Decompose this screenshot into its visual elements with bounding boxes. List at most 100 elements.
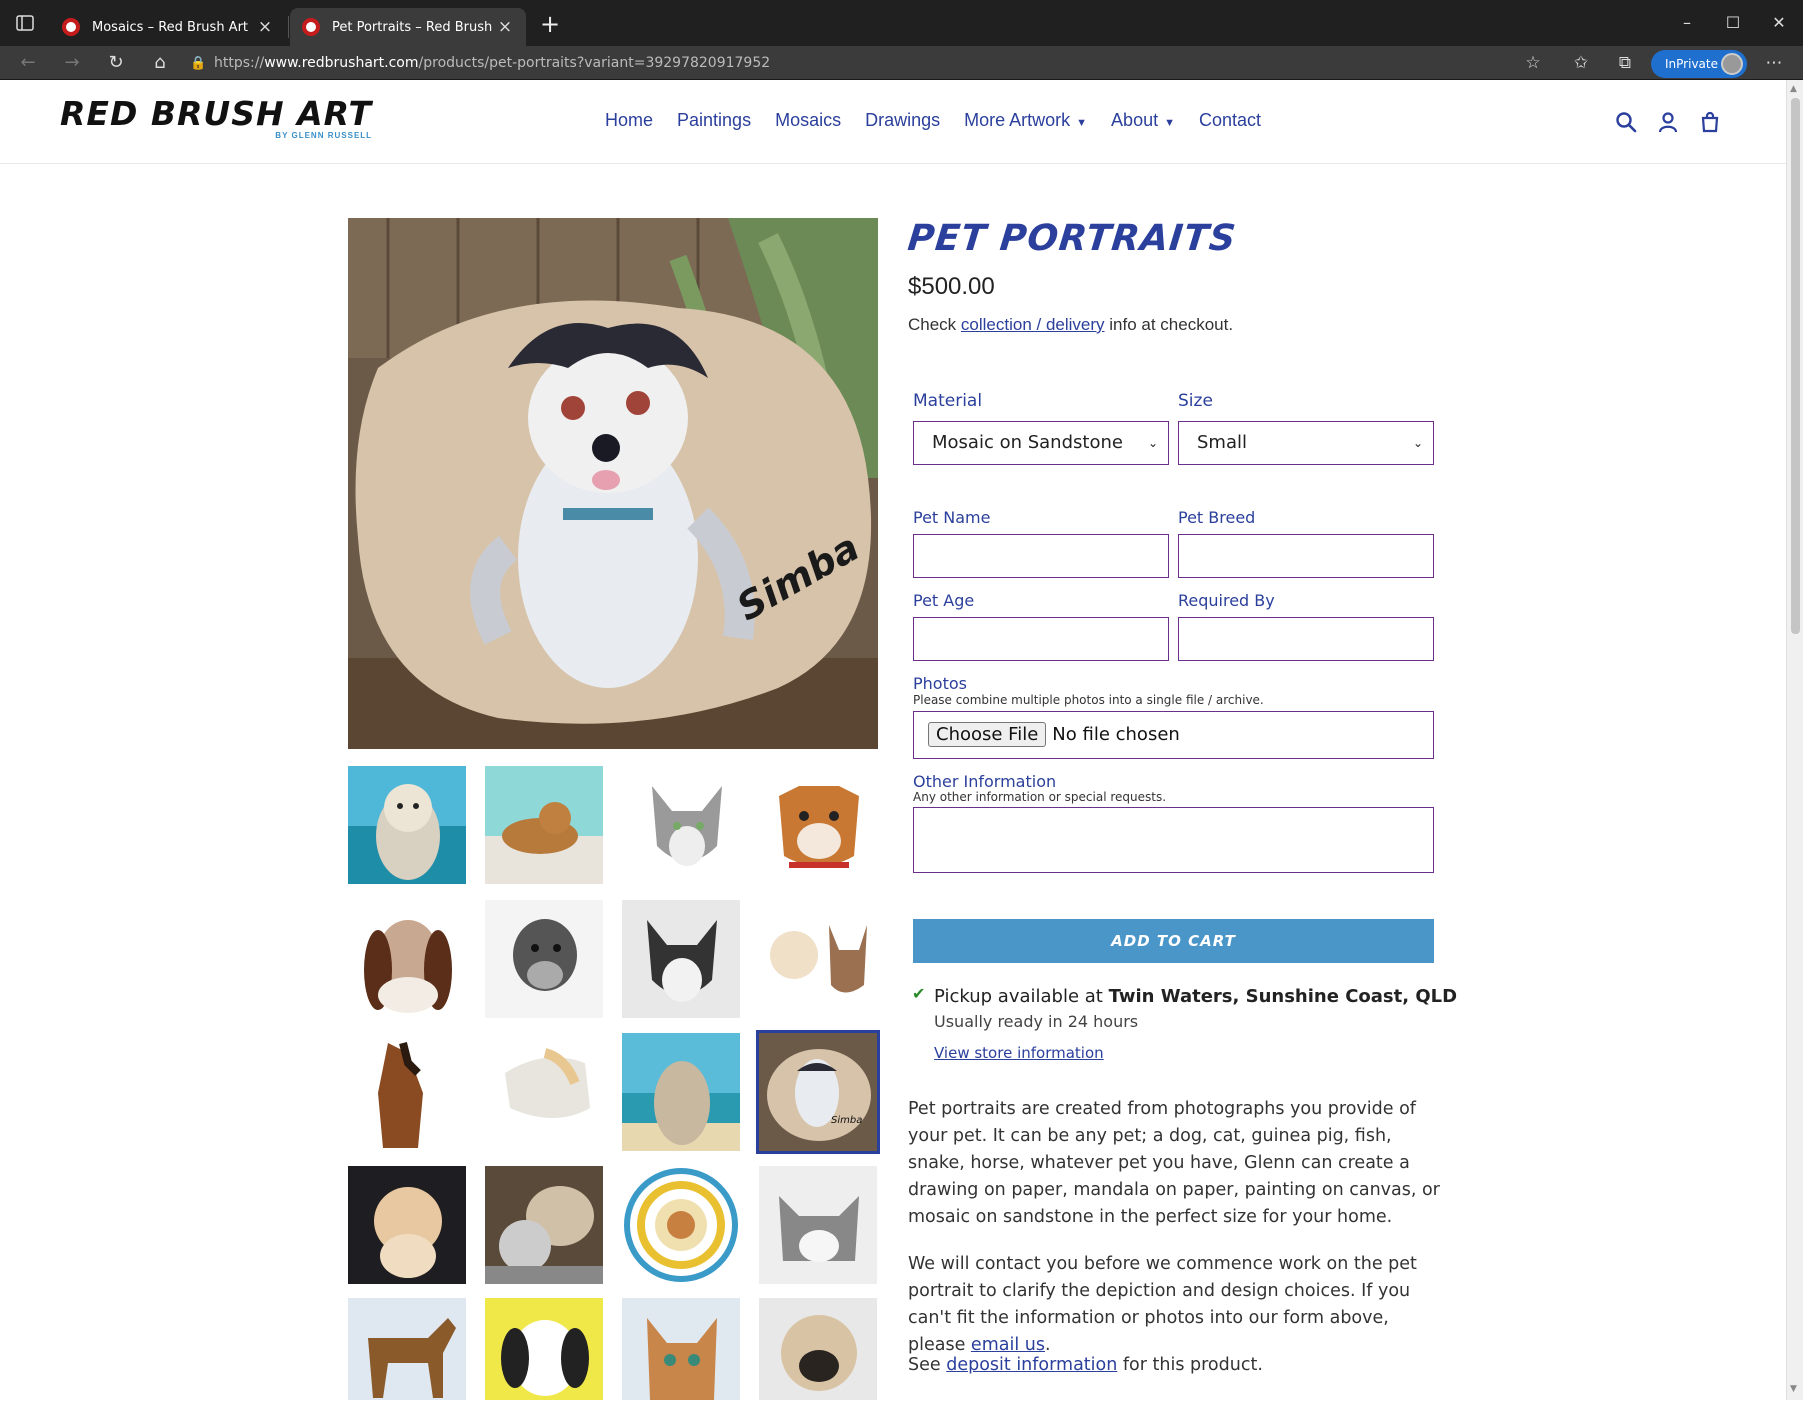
material-select[interactable]: Mosaic on Sandstone ⌄ xyxy=(913,421,1169,465)
tab-divider xyxy=(288,16,289,38)
close-tab-icon[interactable]: × xyxy=(256,17,274,37)
pickup-ready-time: Usually ready in 24 hours xyxy=(934,1012,1139,1031)
nav-home[interactable]: Home xyxy=(605,110,653,131)
page-scrollbar[interactable]: ▲ ▼ xyxy=(1786,80,1803,1400)
chevron-down-icon: ⌄ xyxy=(1147,436,1158,450)
nav-drawings[interactable]: Drawings xyxy=(865,110,940,131)
inprivate-button[interactable]: InPrivate xyxy=(1651,50,1747,78)
browser-tab-pet-portraits[interactable]: Pet Portraits – Red Brush Art × xyxy=(290,8,526,46)
site-favicon-icon xyxy=(302,18,320,36)
product-title: PET PORTRAITS xyxy=(905,218,1239,259)
thumbnail-two-dogs[interactable] xyxy=(759,900,877,1018)
thumbnail-labrador-sketch[interactable] xyxy=(485,900,603,1018)
tab-title: Pet Portraits – Red Brush Art xyxy=(332,19,496,35)
collection-delivery-link[interactable]: collection / delivery xyxy=(961,315,1105,334)
photos-hint: Please combine multiple photos into a si… xyxy=(913,693,1264,707)
required-by-input[interactable] xyxy=(1178,617,1434,661)
minimize-icon[interactable]: – xyxy=(1664,8,1710,38)
check-icon: ✔ xyxy=(912,984,926,1003)
chevron-down-icon: ⌄ xyxy=(1412,436,1423,450)
pet-name-input[interactable] xyxy=(913,534,1169,578)
thumbnail-fluffy-dog-stone[interactable] xyxy=(348,1166,466,1284)
nav-more-artwork[interactable]: More Artwork ▼ xyxy=(964,110,1087,131)
site-logo[interactable]: RED BRUSH ART BY GLENN RUSSELL xyxy=(60,94,372,140)
main-navigation: Home Paintings Mosaics Drawings More Art… xyxy=(605,110,1285,131)
thumbnail-brown-horse[interactable] xyxy=(348,1298,466,1416)
account-icon[interactable] xyxy=(1656,110,1680,134)
thumbnail-basset-hound[interactable] xyxy=(348,900,466,1018)
main-product-image[interactable]: Simba xyxy=(348,218,878,749)
thumbnail-grey-cat[interactable] xyxy=(622,766,740,884)
pet-breed-input[interactable] xyxy=(1178,534,1434,578)
material-label: Material xyxy=(913,391,983,411)
thumbnail-dog-beach-2[interactable] xyxy=(622,1033,740,1151)
tab-actions-icon[interactable] xyxy=(14,13,36,33)
other-info-label: Other Information xyxy=(913,772,1057,791)
nav-paintings[interactable]: Paintings xyxy=(677,110,751,131)
view-store-information-link[interactable]: View store information xyxy=(934,1044,1104,1062)
description-paragraph-2: We will contact you before we commence w… xyxy=(908,1254,1417,1355)
lock-icon: 🔒 xyxy=(190,56,207,71)
refresh-icon[interactable]: ↻ xyxy=(102,51,130,75)
profile-avatar xyxy=(1721,53,1743,75)
cart-icon[interactable] xyxy=(1698,110,1722,134)
thumbnail-simba-mosaic[interactable]: Simba xyxy=(756,1030,880,1154)
nav-contact[interactable]: Contact xyxy=(1199,110,1261,131)
forward-icon[interactable]: → xyxy=(58,51,86,75)
size-label: Size xyxy=(1178,391,1213,411)
thumbnail-mandala[interactable] xyxy=(622,1166,740,1284)
thumbnail-spaniel[interactable] xyxy=(485,1298,603,1416)
deposit-information-link[interactable]: deposit information xyxy=(946,1355,1117,1375)
nav-mosaics[interactable]: Mosaics xyxy=(775,110,841,131)
nav-about[interactable]: About ▼ xyxy=(1111,110,1175,131)
pickup-availability: Pickup available at Twin Waters, Sunshin… xyxy=(934,986,1458,1007)
size-select[interactable]: Small ⌄ xyxy=(1178,421,1434,465)
pet-age-input[interactable] xyxy=(913,617,1169,661)
description-paragraph-3: See deposit information for this product… xyxy=(908,1355,1263,1375)
search-icon[interactable] xyxy=(1614,110,1638,134)
thumbnail-bengal-cat[interactable] xyxy=(485,766,603,884)
thumbnail-husky-sketch[interactable] xyxy=(622,900,740,1018)
maximize-icon[interactable]: ☐ xyxy=(1710,8,1756,38)
add-favorite-icon[interactable]: ☆ xyxy=(1519,51,1547,75)
more-options-icon[interactable]: ⋯ xyxy=(1760,51,1788,75)
browser-tab-strip: Mosaics – Red Brush Art × Pet Portraits … xyxy=(0,0,1803,46)
other-info-textarea[interactable] xyxy=(913,807,1434,873)
back-icon[interactable]: ← xyxy=(14,51,42,75)
pet-name-label: Pet Name xyxy=(913,508,991,527)
thumbnail-grey-white-cat[interactable] xyxy=(759,1166,877,1284)
thumbnail-pug[interactable] xyxy=(759,1298,877,1416)
logo-text: RED BRUSH ART xyxy=(60,94,373,133)
tab-title: Mosaics – Red Brush Art xyxy=(92,19,249,35)
new-tab-icon[interactable]: + xyxy=(535,10,565,38)
thumbnail-tabby-cat[interactable] xyxy=(622,1298,740,1416)
add-to-cart-button[interactable]: ADD TO CART xyxy=(913,919,1434,963)
scrollbar-thumb[interactable] xyxy=(1791,98,1800,634)
product-price: $500.00 xyxy=(908,273,995,300)
choose-file-button[interactable]: Choose File xyxy=(928,722,1047,747)
photos-label: Photos xyxy=(913,674,967,693)
close-window-icon[interactable]: ✕ xyxy=(1756,8,1802,38)
pet-breed-label: Pet Breed xyxy=(1178,508,1256,527)
thumbnail-horse-portrait[interactable] xyxy=(348,1033,466,1151)
size-value: Small xyxy=(1197,432,1247,453)
photos-file-input[interactable]: Choose File No file chosen xyxy=(913,711,1434,759)
site-header: RED BRUSH ART BY GLENN RUSSELL Home Pain… xyxy=(0,80,1786,164)
thumbnail-mosaic-garden[interactable] xyxy=(485,1166,603,1284)
collections-icon[interactable]: ⧉ xyxy=(1611,51,1639,75)
browser-tab-mosaics[interactable]: Mosaics – Red Brush Art × xyxy=(50,8,286,46)
header-icons xyxy=(1614,110,1722,134)
home-icon[interactable]: ⌂ xyxy=(146,51,174,75)
thumbnail-boxer-dog[interactable] xyxy=(759,766,877,884)
browser-address-bar: ← → ↻ ⌂ 🔒 https://www.redbrushart.com/pro… xyxy=(0,46,1803,80)
product-info: PET PORTRAITS $500.00 Check collection /… xyxy=(905,218,1438,335)
scroll-up-icon[interactable]: ▲ xyxy=(1790,84,1797,94)
required-by-label: Required By xyxy=(1178,591,1275,610)
scroll-down-icon[interactable]: ▼ xyxy=(1790,1384,1797,1394)
other-info-hint: Any other information or special request… xyxy=(913,790,1167,804)
url-field[interactable]: 🔒 https://www.redbrushart.com/products/pe… xyxy=(190,49,1460,77)
thumbnail-white-horse[interactable] xyxy=(485,1033,603,1151)
thumbnail-dog-beach[interactable] xyxy=(348,766,466,884)
close-tab-icon[interactable]: × xyxy=(496,17,514,37)
favorites-icon[interactable]: ✩ xyxy=(1567,51,1595,75)
